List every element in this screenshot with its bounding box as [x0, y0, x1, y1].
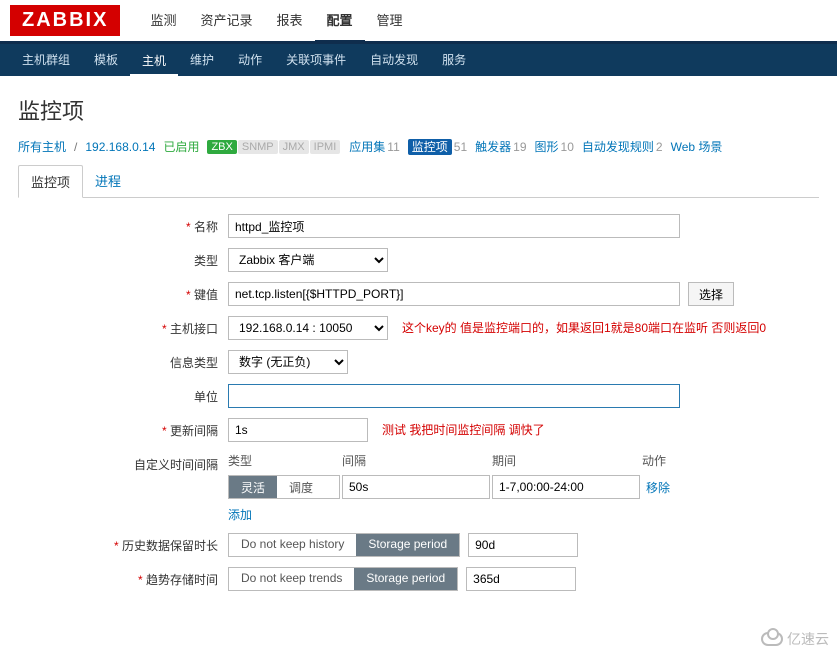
trends-value-input[interactable]: [466, 567, 576, 591]
update-interval-label: 更新间隔: [18, 418, 228, 439]
interval-add-link[interactable]: 添加: [228, 504, 258, 526]
trends-storage-period[interactable]: Storage period: [354, 568, 457, 590]
all-hosts-link[interactable]: 所有主机: [18, 138, 66, 155]
trends-no-keep[interactable]: Do not keep trends: [229, 568, 354, 590]
history-value-input[interactable]: [468, 533, 578, 557]
submenu-discovery[interactable]: 自动发现: [358, 44, 430, 76]
update-interval-input[interactable]: [228, 418, 368, 442]
custom-interval-label: 自定义时间间隔: [18, 452, 228, 473]
topmenu-admin[interactable]: 管理: [365, 0, 415, 43]
link-triggers[interactable]: 触发器19: [475, 138, 526, 155]
page-header: 监控项: [0, 76, 837, 134]
topmenu-monitor[interactable]: 监测: [138, 0, 188, 43]
host-info-row: 所有主机 / 192.168.0.14 已启用 ZBXSNMPJMXIPMI 应…: [0, 134, 837, 157]
link-items[interactable]: 监控项51: [408, 138, 467, 155]
interval-remove-link[interactable]: 移除: [640, 475, 676, 500]
interval-value-input[interactable]: [342, 475, 490, 499]
submenu-templates[interactable]: 模板: [82, 44, 130, 76]
name-label: 名称: [18, 214, 228, 235]
trends-label: 趋势存储时间: [18, 567, 228, 588]
history-storage-period[interactable]: Storage period: [356, 534, 459, 556]
submenu-maintenance[interactable]: 维护: [178, 44, 226, 76]
cloud-icon: [761, 632, 783, 646]
link-applications[interactable]: 应用集11: [349, 138, 399, 155]
key-input[interactable]: [228, 282, 680, 306]
type-label: 类型: [18, 248, 228, 269]
page-title: 监控项: [18, 94, 819, 126]
topmenu-config[interactable]: 配置: [315, 0, 365, 43]
key-label: 键值: [18, 282, 228, 303]
name-input[interactable]: [228, 214, 680, 238]
watermark: 亿速云: [761, 629, 829, 649]
status-enabled: 已启用: [163, 138, 199, 155]
interface-label: 主机接口: [18, 316, 228, 337]
item-form: 名称 类型 Zabbix 客户端 键值 选择 主机接口 192.168.0.14…: [0, 198, 837, 641]
history-no-keep[interactable]: Do not keep history: [229, 534, 356, 556]
key-select-button[interactable]: 选择: [688, 282, 734, 306]
type-select[interactable]: Zabbix 客户端: [228, 248, 388, 272]
logo: ZABBIX: [10, 5, 120, 36]
custom-interval-header: 类型 间隔 期间 动作: [228, 452, 682, 469]
snmp-badge: SNMP: [238, 140, 278, 154]
jmx-badge: JMX: [279, 140, 309, 154]
host-ip-link[interactable]: 192.168.0.14: [85, 140, 155, 154]
interface-select[interactable]: 192.168.0.14 : 10050: [228, 316, 388, 340]
interval-type-segment[interactable]: 灵活 调度: [228, 475, 340, 499]
interval-flexible[interactable]: 灵活: [229, 476, 277, 498]
interval-scheduling[interactable]: 调度: [277, 476, 325, 498]
info-type-select[interactable]: 数字 (无正负): [228, 350, 348, 374]
interval-annotation: 测试 我把时间监控间隔 调快了: [382, 422, 545, 439]
ipmi-badge: IPMI: [310, 140, 341, 154]
submenu-services[interactable]: 服务: [430, 44, 478, 76]
link-graphs[interactable]: 图形10: [535, 138, 574, 155]
submenu-hostgroups[interactable]: 主机群组: [10, 44, 82, 76]
link-web-scenarios[interactable]: Web 场景: [671, 138, 723, 155]
top-nav: ZABBIX 监测 资产记录 报表 配置 管理: [0, 0, 837, 44]
key-annotation: 这个key的 值是监控端口的，如果返回1就是80端口在监听 否则返回0: [402, 320, 766, 337]
submenu-hosts[interactable]: 主机: [130, 45, 178, 77]
tab-row: 监控项 进程: [18, 165, 819, 198]
unit-input[interactable]: [228, 384, 680, 408]
top-menu: 监测 资产记录 报表 配置 管理: [138, 0, 414, 43]
topmenu-inventory[interactable]: 资产记录: [188, 0, 264, 43]
info-type-label: 信息类型: [18, 350, 228, 371]
history-segment[interactable]: Do not keep history Storage period: [228, 533, 460, 557]
tab-process[interactable]: 进程: [83, 165, 133, 197]
tab-items[interactable]: 监控项: [18, 165, 83, 198]
availability-badges: ZBXSNMPJMXIPMI: [207, 139, 341, 154]
submenu-correlation[interactable]: 关联项事件: [274, 44, 358, 76]
breadcrumb-separator: /: [74, 140, 77, 154]
trends-segment[interactable]: Do not keep trends Storage period: [228, 567, 458, 591]
zbx-badge: ZBX: [207, 140, 236, 154]
link-discovery-rules[interactable]: 自动发现规则2: [582, 138, 663, 155]
sub-nav: 主机群组 模板 主机 维护 动作 关联项事件 自动发现 服务: [0, 44, 837, 76]
unit-label: 单位: [18, 384, 228, 405]
interval-period-input[interactable]: [492, 475, 640, 499]
submenu-actions[interactable]: 动作: [226, 44, 274, 76]
history-label: 历史数据保留时长: [18, 533, 228, 554]
topmenu-reports[interactable]: 报表: [264, 0, 314, 43]
